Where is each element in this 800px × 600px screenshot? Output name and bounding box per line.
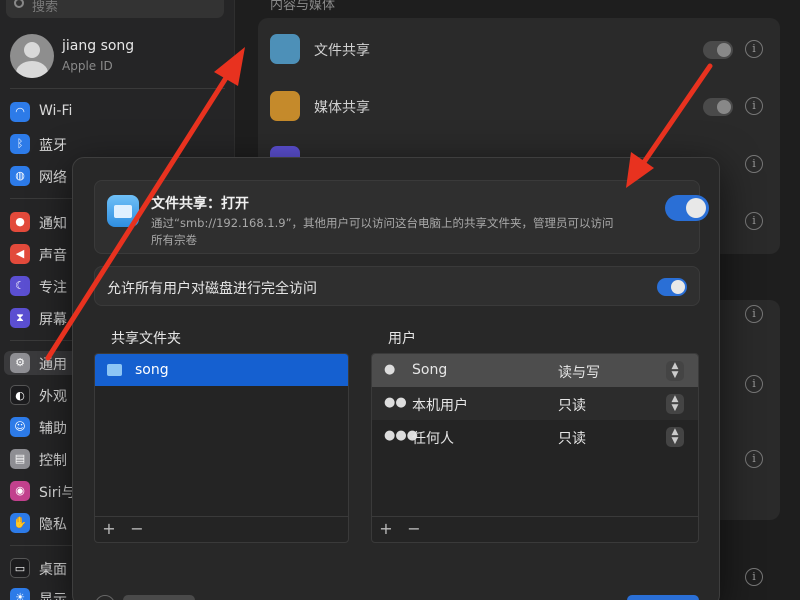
desktop-icon: ▭ — [10, 558, 30, 578]
user-permission: 只读 — [558, 431, 586, 447]
full-disk-access-label: 允许所有用户对磁盘进行完全访问 — [107, 281, 317, 297]
focus-icon: ☾ — [10, 276, 30, 296]
file-sharing-description: 通过“smb://192.168.1.9”，其他用户可以访问这台电脑上的共享文件… — [151, 216, 614, 247]
sound-icon: ◀ — [10, 244, 30, 264]
folder-icon — [107, 364, 122, 376]
file-sharing-status-title: 文件共享：打开 — [151, 196, 249, 212]
info-icon[interactable]: i — [745, 450, 763, 468]
add-folder-button[interactable]: + — [101, 519, 117, 538]
appearance-icon: ◐ — [10, 385, 30, 405]
add-user-button[interactable]: + — [378, 519, 394, 538]
shared-folder-item[interactable]: song — [95, 354, 348, 386]
file-sharing-sheet: 文件共享：打开 通过“smb://192.168.1.9”，其他用户可以访问这台… — [72, 157, 720, 600]
shared-folders-panel: song + − — [94, 353, 349, 543]
sidebar-item-bluetooth[interactable]: ᛒ 蓝牙 — [10, 132, 225, 156]
full-disk-access-row: 允许所有用户对磁盘进行完全访问 — [94, 266, 700, 306]
permission-stepper[interactable]: ▲ ▼ — [666, 394, 684, 414]
section-title: 内容与媒体 — [270, 0, 336, 13]
siri-icon: ◉ — [10, 481, 30, 501]
file-sharing-icon — [270, 34, 300, 64]
sidebar-item-label: 网络 — [39, 170, 67, 186]
control-center-icon: ▤ — [10, 449, 30, 469]
user-name: 任何人 — [412, 431, 454, 447]
media-sharing-toggle[interactable] — [703, 98, 733, 116]
info-icon[interactable]: i — [745, 568, 763, 586]
options-button[interactable] — [123, 595, 195, 600]
sidebar-item-label: Siri与 — [39, 485, 76, 501]
info-icon[interactable]: i — [745, 97, 763, 115]
media-sharing-row[interactable]: 媒体共享 — [270, 85, 770, 125]
row-label: 文件共享 — [314, 43, 370, 59]
folders-footer: + − — [95, 516, 348, 542]
sidebar-item-label: 通用 — [39, 357, 67, 373]
display-icon: ☀ — [10, 588, 30, 600]
user-permission: 只读 — [558, 398, 586, 414]
apple-id-profile[interactable]: jiang song Apple ID — [10, 34, 225, 80]
user-name: 本机用户 — [412, 398, 468, 414]
info-icon[interactable]: i — [745, 375, 763, 393]
row-label: 媒体共享 — [314, 100, 370, 116]
file-sharing-master-toggle[interactable] — [665, 195, 709, 221]
info-icon[interactable]: i — [745, 212, 763, 230]
sidebar-item-label: 显示 — [39, 592, 67, 600]
file-sharing-row[interactable]: 文件共享 — [270, 28, 770, 68]
sidebar-item-label: 蓝牙 — [39, 138, 67, 154]
sidebar-item-label: 桌面 — [39, 562, 67, 578]
shared-folders-header: 共享文件夹 — [111, 331, 181, 347]
info-icon[interactable]: i — [745, 155, 763, 173]
accessibility-icon: ☺ — [10, 417, 30, 437]
sidebar-item-label: 声音 — [39, 248, 67, 264]
sidebar-item-label: 通知 — [39, 216, 67, 232]
sidebar-item-label: 辅助 — [39, 421, 67, 437]
sidebar-divider — [10, 88, 225, 89]
permission-stepper[interactable]: ▲ ▼ — [666, 427, 684, 447]
user-permission: 读与写 — [558, 365, 600, 381]
media-sharing-icon — [270, 91, 300, 121]
search-placeholder: 搜索 — [32, 0, 59, 15]
sidebar-item-label: 外观 — [39, 389, 67, 405]
sidebar-item-label: Wi-Fi — [39, 103, 73, 119]
user-name: Song — [412, 362, 448, 378]
notifications-icon: ● — [10, 212, 30, 232]
help-button[interactable] — [95, 595, 115, 600]
remove-user-button[interactable]: − — [406, 519, 422, 538]
user-row[interactable]: ●●● 任何人 只读 ▲ ▼ — [372, 420, 698, 453]
file-sharing-toggle[interactable] — [703, 41, 733, 59]
shared-folder-name: song — [135, 362, 169, 378]
bluetooth-icon: ᛒ — [10, 134, 30, 154]
sidebar-item-label: 专注 — [39, 280, 67, 296]
users-footer: + − — [372, 516, 698, 542]
info-icon[interactable]: i — [745, 40, 763, 58]
full-disk-access-toggle[interactable] — [657, 278, 687, 296]
group-icon: ●● — [384, 395, 407, 410]
sidebar-item-label: 屏幕 — [39, 312, 67, 328]
folder-icon — [107, 195, 139, 227]
person-icon: ● — [384, 362, 396, 377]
wifi-icon: ◠ — [10, 102, 30, 122]
search-icon — [14, 0, 24, 8]
users-header: 用户 — [388, 331, 416, 347]
user-row[interactable]: ● Song 读与写 ▲ ▼ — [372, 354, 698, 387]
screen-time-icon: ⧗ — [10, 308, 30, 328]
search-field[interactable]: 搜索 — [6, 0, 224, 18]
avatar — [10, 34, 54, 78]
privacy-hand-icon: ✋ — [10, 513, 30, 533]
user-row[interactable]: ●● 本机用户 只读 ▲ ▼ — [372, 387, 698, 420]
permission-stepper[interactable]: ▲ ▼ — [666, 361, 684, 381]
users-panel: ● Song 读与写 ▲ ▼ ●● 本机用户 只读 ▲ ▼ ●●● 任何人 只读 ▲… — [371, 353, 699, 543]
file-sharing-status-card: 文件共享：打开 通过“smb://192.168.1.9”，其他用户可以访问这台… — [94, 180, 709, 254]
sidebar-item-label: 控制 — [39, 453, 67, 469]
profile-subtitle: Apple ID — [62, 59, 113, 73]
info-icon[interactable]: i — [745, 305, 763, 323]
network-icon: ◍ — [10, 166, 30, 186]
sidebar-item-wifi[interactable]: ◠ Wi-Fi — [10, 100, 225, 124]
remove-folder-button[interactable]: − — [129, 519, 145, 538]
sidebar-item-label: 隐私 — [39, 517, 67, 533]
done-button[interactable] — [627, 595, 699, 600]
profile-name: jiang song — [62, 38, 135, 54]
gear-icon: ⚙ — [10, 353, 30, 373]
